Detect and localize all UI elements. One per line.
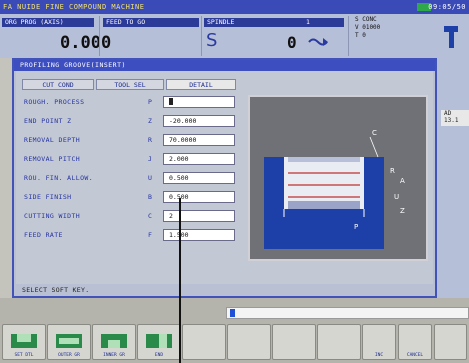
mode-line: S CONC xyxy=(355,16,377,23)
softkey-blank[interactable] xyxy=(272,324,316,360)
groove-end-icon xyxy=(146,334,172,348)
param-label: ROU. FIN. ALLOW. xyxy=(24,174,94,182)
status-header: ORG PROG (AXIS) FEED TO GO SPINDLE 1 0.0… xyxy=(0,14,469,58)
softkey-blank[interactable] xyxy=(227,324,271,360)
removal-depth-field[interactable]: 70.0000 xyxy=(163,134,235,146)
softkey-label: INC xyxy=(374,353,384,358)
finish-allowance-field[interactable]: 0.500 xyxy=(163,172,235,184)
param-key: Z xyxy=(148,117,152,125)
param-label: CUTTING WIDTH xyxy=(24,212,81,220)
param-label: ROUGH. PROCESS xyxy=(24,98,85,106)
side-info-tab: AD 13.1 xyxy=(441,110,469,126)
position-label: ORG PROG (AXIS) xyxy=(2,18,94,27)
cutting-width-field[interactable]: 2 xyxy=(163,210,235,222)
divider xyxy=(99,16,100,56)
softkey-label: SET DTL xyxy=(14,353,34,358)
dialog-body: CUT COND TOOL SEL DETAIL ROUGH. PROCESS … xyxy=(16,71,433,284)
param-key: B xyxy=(148,193,152,201)
softkey-blank[interactable] xyxy=(182,324,226,360)
divider xyxy=(201,16,202,56)
softkey-label: CANCEL xyxy=(406,353,424,358)
side-tab-line: 13.1 xyxy=(444,117,459,124)
label-z: Z xyxy=(400,207,405,215)
param-key: J xyxy=(148,155,152,163)
softkey-end-groove[interactable]: END xyxy=(137,324,181,360)
tab-cut-cond[interactable]: CUT COND xyxy=(22,79,94,90)
side-finish-field[interactable]: 0.500 xyxy=(163,191,235,203)
groove-dialog: PROFILING GROOVE(INSERT) CUT COND TOOL S… xyxy=(12,58,437,298)
input-line[interactable] xyxy=(226,307,469,319)
prompt-message: SELECT SOFT KEY. xyxy=(22,286,90,294)
dimension-line xyxy=(369,136,379,158)
label-c: C xyxy=(372,129,377,137)
input-cursor xyxy=(230,309,235,317)
param-label: SIDE FINISH xyxy=(24,193,72,201)
spindle-letter: S xyxy=(206,30,218,51)
param-key: F xyxy=(148,231,152,239)
param-key: U xyxy=(148,174,152,182)
param-key: P xyxy=(148,98,152,106)
spindle-rotation-icon xyxy=(308,38,328,46)
label-u: U xyxy=(394,193,399,201)
tab-label: TOOL SEL xyxy=(114,81,146,89)
softkey-inc[interactable]: INC xyxy=(362,324,396,360)
groove-face-icon xyxy=(56,334,82,348)
softkey-inner-groove[interactable]: INNER GR xyxy=(92,324,136,360)
param-label: END POINT Z xyxy=(24,117,72,125)
side-tab-line: AD xyxy=(444,110,452,117)
softkey-outer-groove[interactable]: OUTER GR xyxy=(47,324,91,360)
rough-process-field[interactable] xyxy=(163,96,235,108)
param-label: REMOVAL PITCH xyxy=(24,155,81,163)
groove-lip xyxy=(288,157,360,162)
dialog-title: PROFILING GROOVE(INSERT) xyxy=(14,60,435,71)
softkey-label: INNER GR xyxy=(103,353,125,358)
feed-rate-field[interactable]: 1.500 xyxy=(163,229,235,241)
divider xyxy=(348,16,349,56)
tool-icon xyxy=(444,26,458,48)
param-label: FEED RATE xyxy=(24,231,63,239)
softkey-blank[interactable] xyxy=(434,324,467,360)
callout-leader-line xyxy=(179,198,181,363)
end-point-z-field[interactable]: -20.000 xyxy=(163,115,235,127)
softkey-label: OUTER GR xyxy=(58,353,80,358)
label-a: A xyxy=(400,177,405,185)
softkey-set-detail[interactable]: SET DTL xyxy=(2,324,46,360)
position-value: 0.000 xyxy=(60,33,112,53)
groove-inner-icon xyxy=(101,334,127,348)
param-label: REMOVAL DEPTH xyxy=(24,136,81,144)
spindle-value: 0 xyxy=(287,33,297,52)
mode-line: T 0 xyxy=(355,32,366,39)
side-panel xyxy=(437,58,469,298)
tab-tool-sel[interactable]: TOOL SEL xyxy=(96,79,164,90)
app-title-bar: FA NUIDE FINE COMPOUND MACHINE 09:05/50 xyxy=(0,0,469,14)
feed-label: FEED TO GO xyxy=(103,18,199,27)
label-p: P xyxy=(354,223,358,231)
finish-allowance xyxy=(288,201,360,209)
groove-outer-icon xyxy=(11,334,37,348)
tab-label: DETAIL xyxy=(189,81,213,89)
tab-detail[interactable]: DETAIL xyxy=(166,79,236,90)
spindle-num-label: 1 xyxy=(306,18,310,26)
groove-diagram-graphic: C R A U Z P xyxy=(264,129,405,249)
param-key: R xyxy=(148,136,152,144)
softkey-label: END xyxy=(154,353,164,358)
removal-pitch-field[interactable]: 2.000 xyxy=(163,153,235,165)
param-key: C xyxy=(148,212,152,220)
label-r: R xyxy=(390,167,395,175)
groove-diagram: C R A U Z P xyxy=(248,95,428,261)
app-title: FA NUIDE FINE COMPOUND MACHINE xyxy=(3,3,145,11)
tab-label: CUT COND xyxy=(42,81,74,89)
spindle-label: SPINDLE xyxy=(204,18,344,27)
mode-info: S CONC V 01000 T 0 xyxy=(355,16,403,54)
clock: 09:05/50 xyxy=(428,3,466,11)
mode-line: V 01000 xyxy=(355,24,381,31)
softkey-cancel[interactable]: CANCEL xyxy=(398,324,432,360)
softkey-blank[interactable] xyxy=(317,324,361,360)
